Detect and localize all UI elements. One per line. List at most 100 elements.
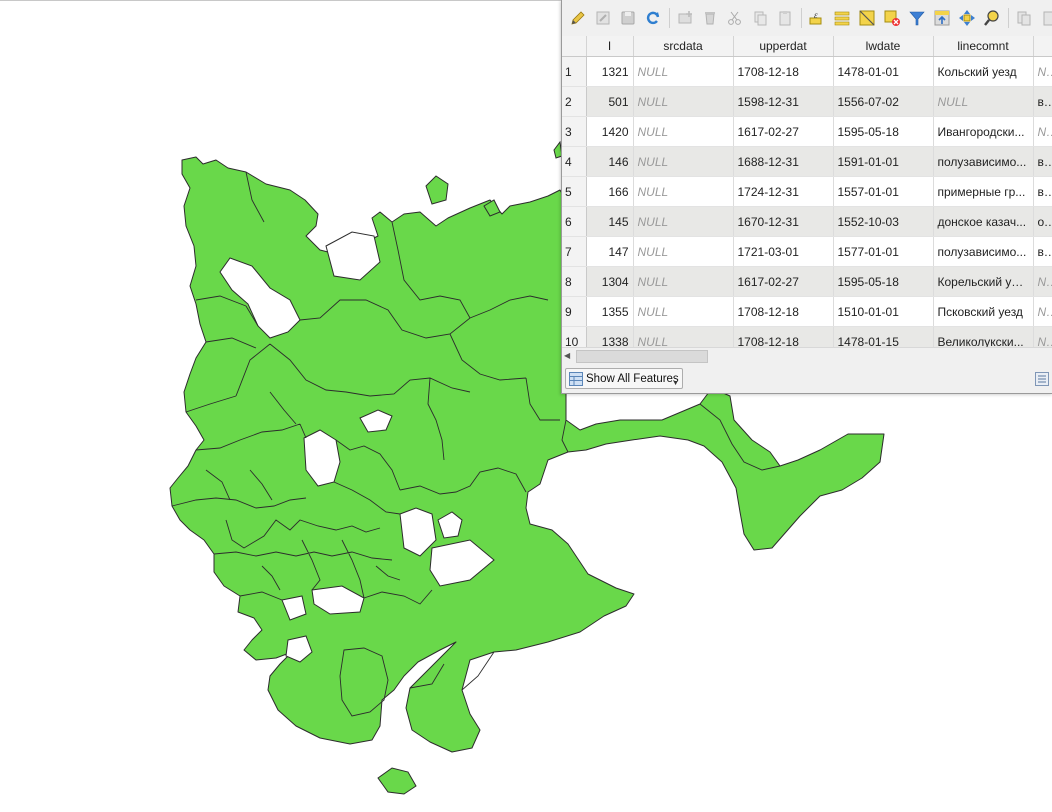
table-row[interactable]: 7 147 NULL 1721-03-01 1577-01-01 полузависимо… (562, 236, 1052, 267)
cell-srcdata[interactable]: NULL (633, 236, 734, 267)
toggle-editing-icon[interactable] (568, 8, 588, 28)
pan-to-selection-icon[interactable] (957, 8, 977, 28)
row-header[interactable]: 3 (562, 116, 587, 147)
table-row[interactable]: 5 166 NULL 1724-12-31 1557-01-01 примерные гр… (562, 176, 1052, 207)
table-row[interactable]: 3 1420 NULL 1617-02-27 1595-05-18 Ивангородск… (562, 116, 1052, 147)
cell-linecomnt[interactable]: Псковский уезд (933, 296, 1034, 327)
island-north[interactable] (425, 175, 449, 205)
table-row[interactable]: 2501NULL1598-12-311556-07-02NULLвзя (562, 86, 1052, 117)
table-row[interactable]: 1 1321 NULL 1708-12-18 1478-01-01 Кольский уе… (562, 56, 1052, 87)
cell-upperdat[interactable]: 1598-12-31 (733, 86, 834, 117)
form-view-icon[interactable] (1035, 372, 1049, 386)
deselect-icon[interactable] (882, 8, 902, 28)
cell-extra[interactable]: NUL (1033, 266, 1052, 297)
add-feature-icon[interactable] (675, 8, 695, 28)
cell-extra[interactable]: NUL (1033, 296, 1052, 327)
cell-upperdat[interactable]: 1721-03-01 (733, 236, 834, 267)
show-all-features-button[interactable]: Show All Features ▼ (565, 368, 683, 389)
cell-srcdata[interactable]: NULL (633, 176, 734, 207)
horizontal-scrollbar[interactable]: ◀ (562, 347, 1052, 364)
cell-extra[interactable]: NUL (1033, 116, 1052, 147)
cell-upperdat[interactable]: 1688-12-31 (733, 146, 834, 177)
cell-upperdat[interactable]: 1724-12-31 (733, 176, 834, 207)
row-header[interactable]: 6 (562, 206, 587, 237)
cell-linecomnt[interactable]: примерные гр... (933, 176, 1034, 207)
cell-id[interactable]: 1355 (586, 296, 634, 327)
cell-lwdate[interactable]: 1510-01-01 (833, 296, 934, 327)
cell-srcdata[interactable]: NULL (633, 296, 734, 327)
scrollbar-thumb[interactable] (576, 350, 708, 363)
cell-srcdata[interactable]: NULL (633, 56, 734, 87)
select-all-icon[interactable] (832, 8, 852, 28)
cell-lwdate[interactable]: 1478-01-01 (833, 56, 934, 87)
cell-upperdat[interactable]: 1617-02-27 (733, 116, 834, 147)
cell-id[interactable]: 145 (586, 206, 634, 237)
scroll-left-icon[interactable]: ◀ (564, 351, 570, 360)
cell-id[interactable]: 1304 (586, 266, 634, 297)
multi-edit-icon[interactable] (593, 8, 613, 28)
cell-srcdata[interactable]: NULL (633, 266, 734, 297)
cell-linecomnt[interactable]: Кольский уезд (933, 56, 1034, 87)
save-edits-icon[interactable] (618, 8, 638, 28)
cell-id[interactable]: 146 (586, 146, 634, 177)
cell-extra[interactable]: впе (1033, 146, 1052, 177)
cell-upperdat[interactable]: 1708-12-18 (733, 296, 834, 327)
copy-cells-icon[interactable] (1014, 8, 1034, 28)
cell-linecomnt[interactable]: полузависимо... (933, 146, 1034, 177)
cell-linecomnt[interactable]: Корельский уезд (933, 266, 1034, 297)
copy-icon[interactable] (750, 8, 770, 28)
cell-extra[interactable]: оче (1033, 206, 1052, 237)
row-header[interactable]: 1 (562, 56, 587, 87)
cell-upperdat[interactable]: 1670-12-31 (733, 206, 834, 237)
attribute-grid[interactable]: I srcdata upperdat lwdate linecomnt 1 132… (562, 36, 1052, 357)
cell-linecomnt[interactable]: донское казач... (933, 206, 1034, 237)
row-header[interactable]: 7 (562, 236, 587, 267)
cell-lwdate[interactable]: 1557-01-01 (833, 176, 934, 207)
row-header[interactable]: 2 (562, 86, 587, 117)
column-header-next[interactable] (1033, 36, 1052, 57)
cell-srcdata[interactable]: NULL (633, 116, 734, 147)
cell-extra[interactable]: взя (1033, 86, 1052, 117)
cell-id[interactable]: 1321 (586, 56, 634, 87)
cell-extra[interactable]: выд (1033, 176, 1052, 207)
cell-lwdate[interactable]: 1556-07-02 (833, 86, 934, 117)
table-row[interactable]: 6 145 NULL 1670-12-31 1552-10-03 донское каза… (562, 206, 1052, 237)
move-selection-top-icon[interactable] (932, 8, 952, 28)
cell-linecomnt[interactable]: NULL (933, 86, 1034, 117)
cell-upperdat[interactable]: 1708-12-18 (733, 56, 834, 87)
corner-header[interactable] (562, 36, 587, 57)
cell-id[interactable]: 501 (586, 86, 634, 117)
delete-feature-icon[interactable] (700, 8, 720, 28)
cell-srcdata[interactable]: NULL (633, 146, 734, 177)
cell-linecomnt[interactable]: полузависимо... (933, 236, 1034, 267)
cell-lwdate[interactable]: 1595-05-18 (833, 116, 934, 147)
column-header-upperdat[interactable]: upperdat (733, 36, 834, 57)
island-crimea[interactable] (377, 767, 417, 795)
cell-id[interactable]: 147 (586, 236, 634, 267)
row-header[interactable]: 9 (562, 296, 587, 327)
cell-srcdata[interactable]: NULL (633, 86, 734, 117)
column-header-linecomnt[interactable]: linecomnt (933, 36, 1034, 57)
row-header[interactable]: 8 (562, 266, 587, 297)
paste-icon[interactable] (775, 8, 795, 28)
table-row[interactable]: 8 1304 NULL 1617-02-27 1595-05-18 Корельский … (562, 266, 1052, 297)
cell-extra[interactable]: NUL (1033, 56, 1052, 87)
cut-icon[interactable] (725, 8, 745, 28)
table-row[interactable]: 9 1355 NULL 1708-12-18 1510-01-01 Псковский у… (562, 296, 1052, 327)
cell-linecomnt[interactable]: Ивангородски... (933, 116, 1034, 147)
column-header-lwdate[interactable]: lwdate (833, 36, 934, 57)
delete-column-icon[interactable] (1039, 8, 1052, 28)
column-header-id[interactable]: I (586, 36, 634, 57)
zoom-to-selection-icon[interactable] (982, 8, 1002, 28)
row-header[interactable]: 4 (562, 146, 587, 177)
filter-icon[interactable] (907, 8, 927, 28)
cell-id[interactable]: 166 (586, 176, 634, 207)
cell-lwdate[interactable]: 1595-05-18 (833, 266, 934, 297)
cell-extra[interactable]: воз (1033, 236, 1052, 267)
row-header[interactable]: 5 (562, 176, 587, 207)
cell-srcdata[interactable]: NULL (633, 206, 734, 237)
column-header-srcdata[interactable]: srcdata (633, 36, 734, 57)
cell-lwdate[interactable]: 1591-01-01 (833, 146, 934, 177)
cell-id[interactable]: 1420 (586, 116, 634, 147)
cell-lwdate[interactable]: 1577-01-01 (833, 236, 934, 267)
